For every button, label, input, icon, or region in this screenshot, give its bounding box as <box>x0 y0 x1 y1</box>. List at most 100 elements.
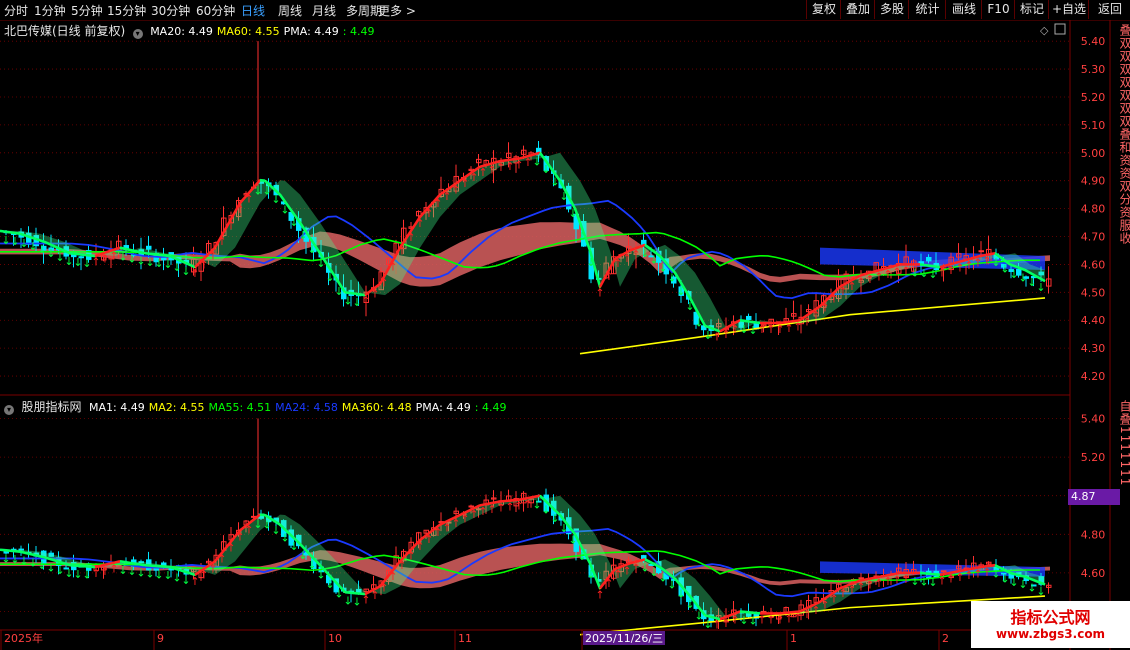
toolbar-button-2[interactable]: 多股 <box>874 0 909 19</box>
down-arrow: ↓ <box>568 534 577 547</box>
down-arrow: ↓ <box>127 252 136 265</box>
down-arrow: ↓ <box>991 256 1000 269</box>
period-item-2[interactable]: 5分钟 <box>71 2 103 19</box>
down-arrow: ↓ <box>1018 578 1027 591</box>
trend-segment <box>84 253 91 257</box>
chart-area[interactable]: 5.40 5.30 5.20 5.10 5.00 4.90 4.80 4.70 4.60 4.50… <box>0 20 1130 650</box>
up-arrow: ↑ <box>847 280 856 293</box>
down-arrow: ↓ <box>37 243 46 256</box>
down-arrow: ↓ <box>73 568 82 581</box>
period-item-1[interactable]: 1分钟 <box>34 2 66 19</box>
down-arrow: ↓ <box>685 300 694 313</box>
up-arrow: ↑ <box>955 571 964 584</box>
y-tick-label: 5.20 <box>1081 451 1106 464</box>
up-arrow: ↑ <box>226 542 235 555</box>
candle-body <box>146 245 152 250</box>
bottom-legend-item-0: MA1: 4.49 <box>89 401 145 414</box>
up-arrow: ↑ <box>973 567 982 580</box>
down-arrow: ↓ <box>577 230 586 243</box>
toolbar-button-8[interactable]: 返回 <box>1088 0 1130 19</box>
up-arrow: ↑ <box>973 257 982 270</box>
down-arrow: ↓ <box>676 285 685 298</box>
down-arrow: ↓ <box>127 565 136 578</box>
trend-segment <box>1019 266 1026 272</box>
diamond-icon: ◇ <box>1040 24 1049 37</box>
up-arrow: ↑ <box>631 562 640 575</box>
trend-segment <box>924 263 931 268</box>
down-arrow: ↓ <box>658 261 667 274</box>
toolbar-button-5[interactable]: F10 <box>981 0 1015 19</box>
candle-body <box>468 505 474 508</box>
trend-segment <box>129 248 136 253</box>
down-arrow: ↓ <box>271 524 280 537</box>
period-item-7[interactable]: 周线 <box>278 2 302 19</box>
up-arrow: ↑ <box>217 553 226 566</box>
period-item-5[interactable]: 60分钟 <box>196 2 235 19</box>
down-arrow: ↓ <box>649 254 658 267</box>
up-arrow: ↑ <box>415 540 424 553</box>
down-arrow: ↓ <box>82 257 91 270</box>
top-legend-item-1: MA60: 4.55 <box>216 25 280 38</box>
period-item-10[interactable]: 更多 > <box>378 2 416 19</box>
down-arrow: ↓ <box>55 564 64 577</box>
indicator-toggle-icon[interactable]: ▾ <box>4 405 14 415</box>
toolbar-button-7[interactable]: +自选 <box>1048 0 1089 19</box>
indicator-toggle-icon[interactable]: ▾ <box>132 29 143 39</box>
up-arrow: ↑ <box>757 323 766 336</box>
candle-body <box>978 250 984 253</box>
up-arrow: ↑ <box>883 268 892 281</box>
trend-segment <box>19 550 26 555</box>
down-arrow: ↓ <box>586 568 595 581</box>
y-tick-label: 4.80 <box>1081 203 1106 216</box>
trend-segment <box>74 252 81 256</box>
up-arrow: ↑ <box>199 258 208 271</box>
up-arrow: ↑ <box>505 501 514 514</box>
y-tick-label: 5.10 <box>1081 119 1106 132</box>
up-arrow: ↑ <box>964 259 973 272</box>
up-arrow: ↑ <box>604 270 613 283</box>
down-arrow: ↓ <box>307 559 316 572</box>
toolbar-button-0[interactable]: 复权 <box>806 0 841 19</box>
toolbar-button-6[interactable]: 标记 <box>1014 0 1049 19</box>
toolbar-button-4[interactable]: 画线 <box>945 0 982 19</box>
up-arrow: ↑ <box>433 526 442 539</box>
period-item-6[interactable]: 日线 <box>241 2 265 19</box>
up-arrow: ↑ <box>901 573 910 586</box>
trend-segment <box>119 246 126 251</box>
up-arrow: ↑ <box>946 573 955 586</box>
trend-segment <box>1009 571 1016 576</box>
up-arrow: ↑ <box>730 323 739 336</box>
period-item-0[interactable]: 分时 <box>4 2 28 19</box>
period-item-9[interactable]: 多周期 <box>346 2 382 19</box>
up-arrow: ↑ <box>847 584 856 597</box>
price-tag: 4.87 <box>1068 489 1120 505</box>
down-arrow: ↓ <box>550 512 559 525</box>
period-item-4[interactable]: 30分钟 <box>151 2 190 19</box>
up-arrow: ↑ <box>235 530 244 543</box>
down-arrow: ↓ <box>343 295 352 308</box>
up-arrow: ↑ <box>415 217 424 230</box>
y-tick-label: 4.60 <box>1081 567 1106 580</box>
period-item-8[interactable]: 月线 <box>312 2 336 19</box>
trend-segment <box>704 614 711 618</box>
down-arrow: ↓ <box>739 323 748 336</box>
up-arrow: ↑ <box>964 569 973 582</box>
window-icon <box>1054 23 1066 35</box>
trend-segment <box>29 552 36 557</box>
down-arrow: ↓ <box>46 247 55 260</box>
up-arrow: ↑ <box>91 567 100 580</box>
up-arrow: ↑ <box>190 575 199 588</box>
up-arrow: ↑ <box>109 563 118 576</box>
period-item-3[interactable]: 15分钟 <box>107 2 146 19</box>
y-tick-label: 4.30 <box>1081 342 1106 355</box>
down-arrow: ↓ <box>928 268 937 281</box>
down-arrow: ↓ <box>991 568 1000 581</box>
y-tick-label: 5.40 <box>1081 413 1106 426</box>
toolbar-button-1[interactable]: 叠加 <box>840 0 875 19</box>
trend-segment <box>1009 263 1016 268</box>
trend-segment <box>749 320 756 324</box>
bottom-legend-item-5: PMA: 4.49 <box>415 401 471 414</box>
toolbar-button-3[interactable]: 统计 <box>908 0 946 19</box>
down-arrow: ↓ <box>559 190 568 203</box>
top-legend-item-0: MA20: 4.49 <box>150 25 213 38</box>
